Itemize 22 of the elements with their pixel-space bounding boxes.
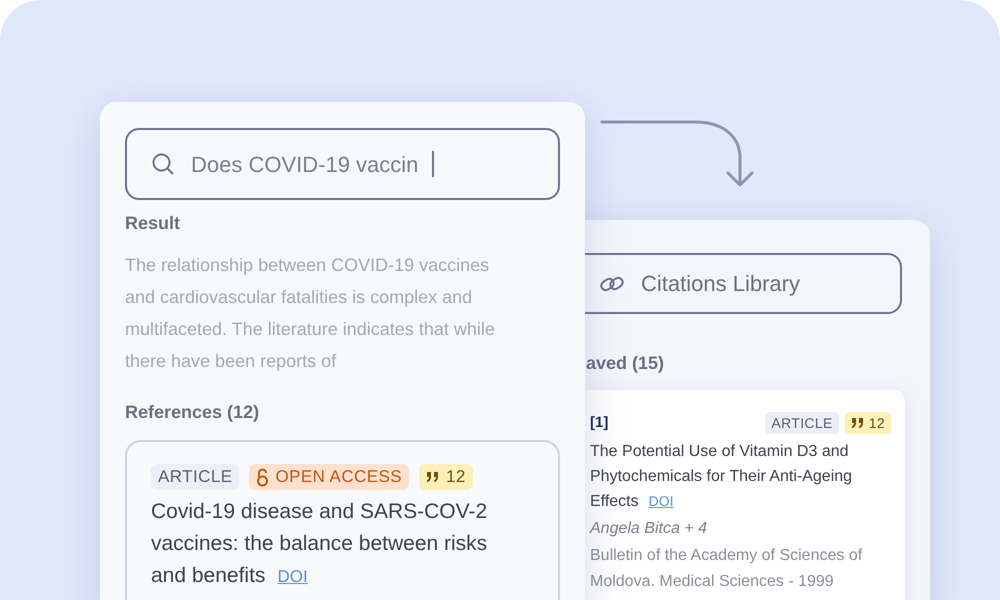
citation-count-badge: 12: [419, 464, 473, 490]
doi-link[interactable]: DOI: [277, 567, 308, 586]
section-heading: References (12): [125, 401, 260, 424]
section-heading: aved (15): [586, 352, 664, 375]
citation-count-badge: 12: [844, 412, 891, 434]
result-text: The relationship between COVID-19 vaccines and cardiovascular fatalities is complex and multifaceted. The literature indicates that while there have been reports of: [125, 254, 496, 373]
search-icon: [151, 152, 175, 176]
citations-library-button[interactable]: Citations Library: [585, 253, 902, 314]
reference-title: Covid-19 disease and SARS-COV-2 vaccines: the balance between risks and benefits DOI: [151, 499, 488, 589]
type-badge: ARTICLE: [765, 412, 839, 434]
doi-link[interactable]: DOI: [648, 492, 674, 508]
citation-source: Bulletin of the Academy of Sciences of Moldova. Medical Sciences - 1999: [590, 546, 864, 592]
type-badge: ARTICLE: [151, 464, 240, 490]
text-cursor: [432, 151, 434, 177]
open-access-badge: OPEN ACCESS: [249, 464, 410, 490]
citation-title: The Potential Use of Vitamin D3 and Phytochemicals for Their Anti-Ageing Effects DOI: [590, 442, 854, 512]
section-heading: Result: [125, 212, 182, 235]
quote-icon: [426, 472, 440, 482]
citation-index: [1]: [590, 413, 608, 433]
search-field[interactable]: Does COVID-19 vaccin: [125, 128, 560, 200]
citation-authors: Angela Bitca + 4: [590, 518, 708, 538]
quote-icon: [850, 418, 865, 428]
